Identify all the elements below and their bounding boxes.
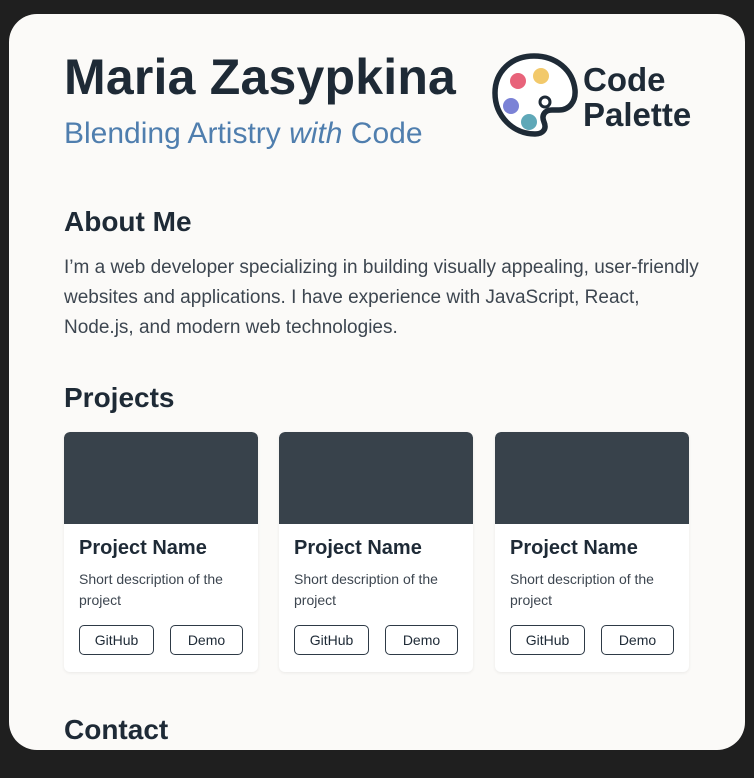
project-card[interactable]: Project Name Short description of the pr… <box>64 432 258 672</box>
palette-dot-yellow <box>533 68 549 84</box>
demo-button[interactable]: Demo <box>170 625 243 655</box>
tagline-text-start: Blending Artistry <box>64 117 290 150</box>
tagline-emphasis: with <box>289 117 343 150</box>
projects-heading: Projects <box>64 382 175 413</box>
github-button[interactable]: GitHub <box>79 625 154 655</box>
github-button[interactable]: GitHub <box>294 625 369 655</box>
project-card[interactable]: Project Name Short description of the pr… <box>495 432 689 672</box>
palette-icon <box>492 53 578 137</box>
project-description: Short description of the project <box>510 571 654 608</box>
logo-text-line2: Palette <box>583 96 692 133</box>
page-title: Maria Zasypkina <box>64 49 457 105</box>
palette-dot-teal <box>521 114 537 130</box>
tagline: Blending Artistry with Code <box>64 117 423 151</box>
project-title: Project Name <box>79 537 207 559</box>
github-button[interactable]: GitHub <box>510 625 585 655</box>
portfolio-card: Maria Zasypkina Blending Artistry with C… <box>9 14 745 750</box>
project-card[interactable]: Project Name Short description of the pr… <box>279 432 473 672</box>
project-title: Project Name <box>510 537 638 559</box>
logo-text: Code Palette <box>583 62 691 132</box>
tagline-text-end: Code <box>342 117 423 150</box>
contact-heading: Contact <box>64 714 169 745</box>
demo-button[interactable]: Demo <box>385 625 458 655</box>
palette-dot-pink <box>510 73 526 89</box>
project-description: Short description of the project <box>79 571 223 608</box>
code-palette-logo[interactable]: Code Palette <box>489 50 709 140</box>
project-title: Project Name <box>294 537 422 559</box>
palette-dot-small <box>538 95 552 109</box>
project-thumbnail <box>279 432 473 524</box>
project-thumbnail <box>64 432 258 524</box>
about-text: I’m a web developer specializing in buil… <box>64 257 699 338</box>
project-thumbnail <box>495 432 689 524</box>
palette-dot-purple <box>503 98 519 114</box>
logo-text-line1: Code <box>583 61 666 98</box>
project-description: Short description of the project <box>294 571 438 608</box>
about-heading: About Me <box>64 206 192 237</box>
demo-button[interactable]: Demo <box>601 625 674 655</box>
